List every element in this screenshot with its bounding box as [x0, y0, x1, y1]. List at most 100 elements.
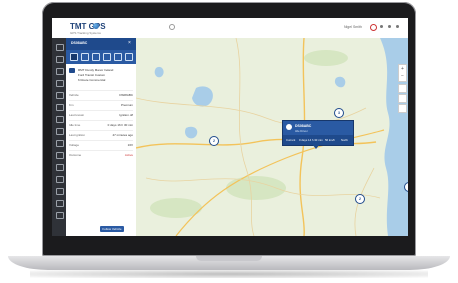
detail-row: Last known Ignition off [69, 110, 133, 119]
tab-more[interactable] [125, 53, 133, 61]
panel-header: DS08ABC × [66, 38, 136, 50]
detail-value: 47 minutes ago [112, 133, 133, 137]
help-nav-icon[interactable] [56, 212, 64, 219]
map-view[interactable]: 2 3 3 2 4 5 DS08ABC Idle Driver Current … [136, 38, 408, 236]
popup-cell: Current [286, 138, 296, 142]
layers-button[interactable] [398, 84, 407, 93]
marker-count: 3 [338, 110, 340, 115]
map-canvas [136, 38, 408, 236]
detail-row: Outcome Active [69, 150, 133, 159]
tab-alerts[interactable] [92, 53, 100, 61]
truck-icon[interactable] [56, 188, 64, 195]
detail-value: Ignition off [119, 113, 133, 117]
tab-tools[interactable] [114, 53, 122, 61]
vehicle-popup[interactable]: DS08ABC Idle Driver Current 0 days 14 h … [282, 120, 354, 146]
laptop-frame: TMT GPS GPS Tracking Systems Nigel Smith [0, 0, 458, 283]
marker-count: 4 [405, 185, 408, 189]
alert-icon[interactable] [370, 24, 377, 31]
vehicle-panel: DS08ABC × RMT Dundy Manor Ireland Ford T… [66, 38, 137, 236]
road [235, 38, 255, 236]
popup-cell: 56 km/h [325, 138, 335, 142]
follow-vehicle-button[interactable]: Follow Vehicle [100, 226, 124, 232]
lake [334, 76, 346, 88]
popup-cell: 0 days 14 h 30 min [299, 138, 323, 142]
zoom-in-button[interactable]: + [399, 66, 406, 72]
vehicle-popup-icon [286, 124, 292, 130]
follow-vehicle-label: Follow Vehicle [102, 227, 122, 231]
fuel-icon[interactable] [56, 128, 64, 135]
green-area [226, 176, 286, 200]
detail-row: Voltage 16V [69, 140, 133, 149]
popup-title: DS08ABC [295, 124, 312, 128]
marker-count: 2 [213, 138, 215, 143]
detail-value: 16V [127, 143, 133, 147]
map-marker[interactable]: 2 [355, 194, 365, 204]
search-icon[interactable] [169, 24, 175, 30]
panel-tabs [66, 50, 136, 64]
detail-row: Last ignition 47 minutes ago [69, 130, 133, 139]
popup-cell: North [341, 138, 348, 142]
settings-nav-icon[interactable] [56, 176, 64, 183]
user-icon[interactable] [56, 200, 64, 207]
globe-icon [93, 23, 99, 29]
detail-row: Idle time 0 days 16 h 30 min [69, 120, 133, 129]
driver-icon[interactable] [56, 116, 64, 123]
geofence-icon[interactable] [56, 140, 64, 147]
close-icon[interactable]: × [128, 40, 131, 46]
detail-value: DS08ABC [119, 93, 133, 97]
map-icon[interactable] [56, 56, 64, 63]
map-marker[interactable]: 3 [334, 108, 344, 118]
route-icon[interactable] [56, 92, 64, 99]
detail-key: Last known [69, 113, 85, 117]
detail-key: Voltage [69, 143, 80, 147]
traffic-button[interactable] [398, 94, 407, 103]
detail-row: Km Premium [69, 100, 133, 109]
lake [154, 66, 164, 78]
laptop-notch [196, 256, 262, 261]
green-area [304, 50, 348, 66]
tab-info[interactable] [70, 53, 78, 61]
app-tagline: GPS Tracking Systems [70, 31, 101, 35]
top-bar: TMT GPS GPS Tracking Systems Nigel Smith [52, 18, 408, 39]
report-icon[interactable] [56, 80, 64, 87]
detail-row: Vehicle DS08ABC [69, 90, 133, 99]
detail-value: Active [124, 153, 133, 157]
popup-subtitle: Idle Driver [295, 129, 308, 133]
calendar-icon[interactable] [56, 152, 64, 159]
panel-title: DS08ABC [71, 41, 88, 45]
detail-key: Km [69, 103, 74, 107]
left-nav [52, 38, 66, 236]
detail-value: 0 days 16 h 30 min [107, 123, 133, 127]
screen: TMT GPS GPS Tracking Systems Nigel Smith [52, 18, 408, 236]
detail-key: Last ignition [69, 133, 86, 137]
vehicle-line: 6 Route Commercial [78, 78, 106, 82]
detail-value: Premium [120, 103, 133, 107]
marker-count: 2 [359, 196, 361, 201]
help-icon[interactable] [380, 25, 383, 28]
logout-icon[interactable] [396, 25, 399, 28]
list-icon[interactable] [56, 68, 64, 75]
user-name[interactable]: Nigel Smith [344, 25, 362, 29]
zoom-out-button[interactable]: − [399, 73, 406, 79]
tab-route[interactable] [103, 53, 111, 61]
home-icon[interactable] [56, 44, 64, 51]
detail-key: Outcome [69, 153, 82, 157]
popup-pointer [312, 144, 320, 149]
settings-icon[interactable] [388, 25, 391, 28]
laptop-shadow [30, 270, 428, 278]
lake [192, 86, 213, 107]
map-marker[interactable]: 4 [404, 182, 408, 192]
lake [185, 126, 198, 139]
vehicle-icon [69, 68, 75, 73]
app-logo[interactable]: TMT GPS [70, 22, 106, 31]
fullscreen-button[interactable] [398, 104, 407, 113]
detail-key: Vehicle [69, 93, 79, 97]
zoom-control: + − [398, 64, 407, 82]
alert-nav-icon[interactable] [56, 104, 64, 111]
chart-icon[interactable] [56, 164, 64, 171]
map-marker[interactable]: 2 [209, 136, 219, 146]
vehicle-summary: RMT Dundy Manor Ireland Ford Transit Cus… [69, 68, 133, 86]
vehicle-line: Ford Transit Custom [78, 73, 106, 77]
tab-history[interactable] [81, 53, 89, 61]
vehicle-line: RMT Dundy Manor Ireland [78, 68, 114, 72]
